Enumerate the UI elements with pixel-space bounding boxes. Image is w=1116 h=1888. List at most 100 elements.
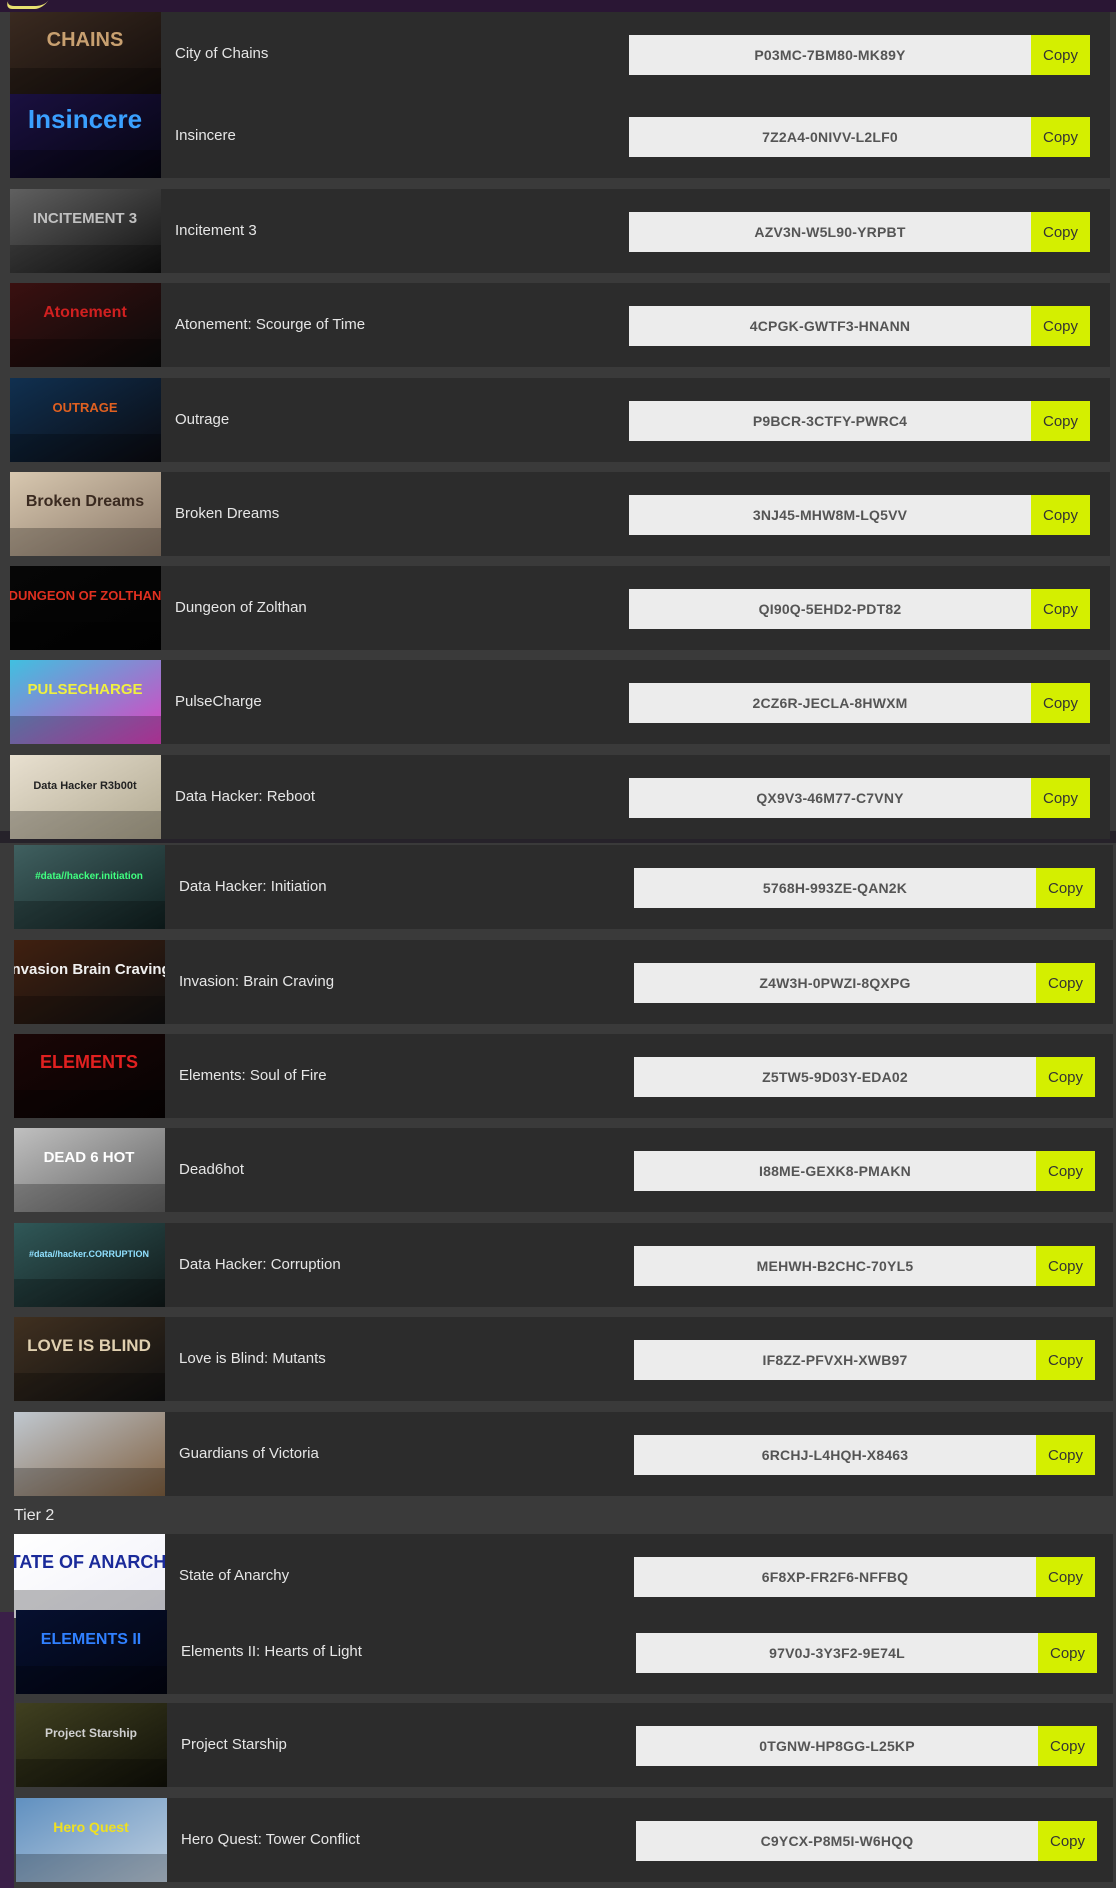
game-row: PULSECHARGE PulseCharge 2CZ6R-JECLA-8HWXM C… xyxy=(10,660,1110,744)
copy-key-button[interactable]: Copy xyxy=(1031,35,1090,75)
game-thumbnail: Atonement xyxy=(10,283,161,367)
game-thumbnail: DEAD 6 HOT xyxy=(14,1128,165,1212)
thumbnail-title-art: Broken Dreams xyxy=(26,493,144,510)
game-title: Data Hacker: Reboot xyxy=(175,788,316,805)
thumbnail-title-art: DUNGEON OF ZOLTHAN xyxy=(10,588,161,603)
game-key-field[interactable]: 97V0J-3Y3F2-9E74L xyxy=(636,1633,1038,1673)
copy-key-button[interactable]: Copy xyxy=(1036,1246,1095,1286)
copy-key-button[interactable]: Copy xyxy=(1036,1151,1095,1191)
game-key-field[interactable]: 6F8XP-FR2F6-NFFBQ xyxy=(634,1557,1036,1597)
thumbnail-title-art: PULSECHARGE xyxy=(27,681,142,698)
logo-mark xyxy=(3,0,49,9)
game-title: Data Hacker: Initiation xyxy=(179,878,327,895)
thumbnail-title-art: Atonement xyxy=(43,304,127,321)
copy-key-button[interactable]: Copy xyxy=(1031,778,1090,818)
game-key-field[interactable]: Z4W3H-0PWZI-8QXPG xyxy=(634,963,1036,1003)
copy-key-button[interactable]: Copy xyxy=(1036,1057,1095,1097)
thumbnail-title-art: Invasion Brain Craving xyxy=(14,961,165,978)
game-row: Project Starship Project Starship 0TGNW-HP… xyxy=(16,1703,1113,1787)
copy-key-button[interactable]: Copy xyxy=(1031,495,1090,535)
thumbnail-title-art: #data//hacker.initiation xyxy=(35,871,143,882)
game-key-field[interactable]: 5768H-993ZE-QAN2K xyxy=(634,868,1036,908)
game-thumbnail: Insincere xyxy=(10,94,161,178)
thumbnail-title-art: ELEMENTS II xyxy=(41,1631,141,1648)
game-title: Outrage xyxy=(175,411,230,428)
game-key-field[interactable]: QX9V3-46M77-C7VNY xyxy=(629,778,1031,818)
game-thumbnail: INCITEMENT 3 xyxy=(10,189,161,273)
tier-heading: Tier 2 xyxy=(14,1507,55,1524)
thumbnail-title-art: OUTRAGE xyxy=(53,400,118,415)
game-key-field[interactable]: 4CPGK-GWTF3-HNANN xyxy=(629,306,1031,346)
game-key-field[interactable]: 6RCHJ-L4HQH-X8463 xyxy=(634,1435,1036,1475)
copy-key-button[interactable]: Copy xyxy=(1036,868,1095,908)
game-row: Broken Dreams Broken Dreams 3NJ45-MHW8M-LQ… xyxy=(10,472,1110,556)
game-row: CHAINS City of Chains P03MC-7BM80-MK89Y Cop… xyxy=(10,12,1110,96)
game-title: Elements II: Hearts of Light xyxy=(181,1643,362,1660)
copy-key-button[interactable]: Copy xyxy=(1031,306,1090,346)
game-thumbnail: LOVE IS BLIND xyxy=(14,1317,165,1401)
game-title: Data Hacker: Corruption xyxy=(179,1256,341,1273)
copy-key-button[interactable]: Copy xyxy=(1031,212,1090,252)
game-key-field[interactable]: 2CZ6R-JECLA-8HWXM xyxy=(629,683,1031,723)
game-thumbnail: Project Starship xyxy=(16,1703,167,1787)
game-key-field[interactable]: MEHWH-B2CHC-70YL5 xyxy=(634,1246,1036,1286)
game-key-field[interactable]: AZV3N-W5L90-YRPBT xyxy=(629,212,1031,252)
copy-key-button[interactable]: Copy xyxy=(1031,683,1090,723)
game-thumbnail: Broken Dreams xyxy=(10,472,161,556)
game-row: ELEMENTS II Elements II: Hearts of Light 9… xyxy=(16,1610,1113,1694)
game-thumbnail: DUNGEON OF ZOLTHAN xyxy=(10,566,161,650)
game-key-field[interactable]: Z5TW5-9D03Y-EDA02 xyxy=(634,1057,1036,1097)
game-row: LOVE IS BLIND Love is Blind: Mutants IF8ZZ… xyxy=(14,1317,1113,1401)
thumbnail-title-art: Project Starship xyxy=(45,1726,137,1740)
game-title: City of Chains xyxy=(175,45,269,62)
game-key-field[interactable]: QI90Q-5EHD2-PDT82 xyxy=(629,589,1031,629)
copy-key-button[interactable]: Copy xyxy=(1038,1821,1097,1861)
game-row: Data Hacker R3b00t Data Hacker: Reboot QX9… xyxy=(10,755,1110,839)
key-list-page: CHAINS City of Chains P03MC-7BM80-MK89Y Cop… xyxy=(0,0,1116,1888)
copy-key-button[interactable]: Copy xyxy=(1031,117,1090,157)
copy-key-button[interactable]: Copy xyxy=(1036,963,1095,1003)
game-row: OUTRAGE Outrage P9BCR-3CTFY-PWRC4 Copy xyxy=(10,378,1110,462)
game-key-field[interactable]: I88ME-GEXK8-PMAKN xyxy=(634,1151,1036,1191)
game-title: Guardians of Victoria xyxy=(179,1445,319,1462)
game-thumbnail: Invasion Brain Craving xyxy=(14,940,165,1024)
game-key-field[interactable]: P03MC-7BM80-MK89Y xyxy=(629,35,1031,75)
thumbnail-title-art: ELEMENTS xyxy=(40,1052,138,1072)
game-key-field[interactable]: IF8ZZ-PFVXH-XWB97 xyxy=(634,1340,1036,1380)
copy-key-button[interactable]: Copy xyxy=(1031,589,1090,629)
top-bar xyxy=(0,0,1116,12)
game-key-field[interactable]: 0TGNW-HP8GG-L25KP xyxy=(636,1726,1038,1766)
thumbnail-title-art: CHAINS xyxy=(47,29,124,51)
game-thumbnail: ELEMENTS II xyxy=(16,1610,167,1694)
game-title: Dead6hot xyxy=(179,1161,245,1178)
game-thumbnail: #data//hacker.CORRUPTION xyxy=(14,1223,165,1307)
game-row: Invasion Brain Craving Invasion: Brain Cr… xyxy=(14,940,1113,1024)
copy-key-button[interactable]: Copy xyxy=(1031,401,1090,441)
copy-key-button[interactable]: Copy xyxy=(1038,1726,1097,1766)
game-key-field[interactable]: C9YCX-P8M5I-W6HQQ xyxy=(636,1821,1038,1861)
game-row: Hero Quest Hero Quest: Tower Conflict C9YC… xyxy=(16,1798,1113,1882)
thumbnail-title-art: $TATE OF ANARCHY xyxy=(14,1552,165,1572)
thumbnail-title-art: DEAD 6 HOT xyxy=(44,1149,135,1166)
game-title: PulseCharge xyxy=(175,693,262,710)
game-key-field[interactable]: 7Z2A4-0NIVV-L2LF0 xyxy=(629,117,1031,157)
game-row: INCITEMENT 3 Incitement 3 AZV3N-W5L90-YRPB… xyxy=(10,189,1110,273)
copy-key-button[interactable]: Copy xyxy=(1036,1340,1095,1380)
game-thumbnail: Hero Quest xyxy=(16,1798,167,1882)
game-row: ELEMENTS Elements: Soul of Fire Z5TW5-9D03… xyxy=(14,1034,1113,1118)
game-title: Atonement: Scourge of Time xyxy=(175,316,366,333)
game-title: State of Anarchy xyxy=(179,1567,290,1584)
copy-key-button[interactable]: Copy xyxy=(1038,1633,1097,1673)
game-key-field[interactable]: P9BCR-3CTFY-PWRC4 xyxy=(629,401,1031,441)
game-key-field[interactable]: 3NJ45-MHW8M-LQ5VV xyxy=(629,495,1031,535)
game-thumbnail: OUTRAGE xyxy=(10,378,161,462)
copy-key-button[interactable]: Copy xyxy=(1036,1435,1095,1475)
copy-key-button[interactable]: Copy xyxy=(1036,1557,1095,1597)
thumbnail-title-art: LOVE IS BLIND xyxy=(27,1336,151,1355)
game-row: DEAD 6 HOT Dead6hot I88ME-GEXK8-PMAKN Copy xyxy=(14,1128,1113,1212)
game-thumbnail xyxy=(14,1412,165,1496)
game-row: Guardians of Victoria 6RCHJ-L4HQH-X8463 Co… xyxy=(14,1412,1113,1496)
thumbnail-title-art: Data Hacker R3b00t xyxy=(33,780,137,792)
game-row: DUNGEON OF ZOLTHAN Dungeon of Zolthan QI90… xyxy=(10,566,1110,650)
game-thumbnail: ELEMENTS xyxy=(14,1034,165,1118)
